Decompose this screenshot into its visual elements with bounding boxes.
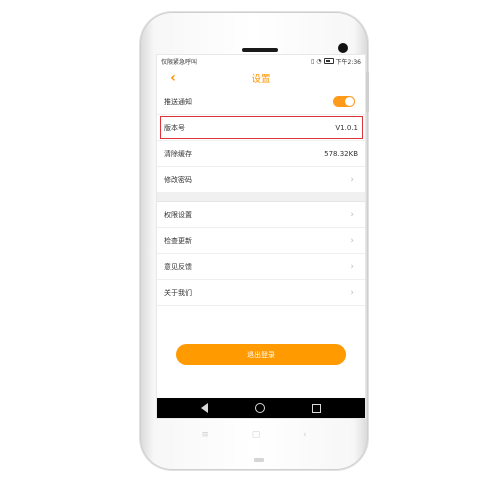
password-label: 修改密码: [164, 175, 192, 184]
chevron-left-icon: ‹: [170, 70, 176, 86]
cache-value: 578.32KB: [324, 149, 358, 158]
settings-row-push: 推送通知: [157, 89, 365, 115]
back-button[interactable]: ‹: [165, 70, 181, 86]
home-key-icon[interactable]: ▢: [252, 430, 261, 444]
phone-screen: 仅限紧急呼叫 ▯ ◔ 下午2:36 ‹ 设置 推送通知 版本号 V1.0.1 清…: [157, 55, 365, 418]
android-nav-bar: [157, 398, 365, 418]
chevron-right-icon: ›: [350, 287, 354, 298]
logout-container: 退出登录: [157, 344, 365, 365]
cache-label: 清除缓存: [164, 149, 192, 158]
nav-home-icon[interactable]: [254, 403, 265, 413]
version-label: 版本号: [164, 123, 185, 132]
settings-row-password[interactable]: 修改密码 ›: [157, 167, 365, 193]
battery-icon: [323, 58, 334, 64]
chevron-right-icon: ›: [350, 174, 354, 185]
status-icons: ▯ ◔ 下午2:36: [311, 57, 361, 66]
carrier-text: 仅限紧急呼叫: [161, 58, 198, 66]
group-divider: [157, 193, 365, 202]
settings-list: 推送通知 版本号 V1.0.1 清除缓存 578.32KB 修改密码 › 权限设…: [157, 89, 365, 306]
version-value: V1.0.1: [335, 123, 358, 132]
hardware-keys: ≡ ▢ ‹: [140, 430, 368, 444]
toggle-knob: [345, 97, 354, 106]
settings-row-permissions[interactable]: 权限设置 ›: [157, 202, 365, 228]
settings-row-about[interactable]: 关于我们 ›: [157, 280, 365, 306]
device-stage: 仅限紧急呼叫 ▯ ◔ 下午2:36 ‹ 设置 推送通知 版本号 V1.0.1 清…: [0, 0, 500, 500]
settings-row-cache[interactable]: 清除缓存 578.32KB: [157, 141, 365, 167]
menu-icon[interactable]: ≡: [201, 430, 209, 444]
page-title: 设置: [251, 74, 271, 85]
permissions-label: 权限设置: [164, 210, 192, 219]
about-label: 关于我们: [164, 288, 192, 297]
nav-back-icon[interactable]: [200, 403, 208, 413]
settings-row-version: 版本号 V1.0.1: [157, 115, 365, 141]
logout-button[interactable]: 退出登录: [176, 344, 346, 365]
charging-port: [254, 458, 264, 462]
settings-row-update[interactable]: 检查更新 ›: [157, 228, 365, 254]
back-key-icon[interactable]: ‹: [303, 430, 307, 444]
settings-row-feedback[interactable]: 意见反馈 ›: [157, 254, 365, 280]
nav-recents-icon[interactable]: [312, 403, 322, 413]
push-toggle[interactable]: [333, 96, 355, 107]
feedback-label: 意见反馈: [164, 262, 192, 271]
update-label: 检查更新: [164, 236, 192, 245]
push-label: 推送通知: [164, 97, 192, 106]
earpiece-speaker: [242, 48, 278, 52]
status-time: 下午2:36: [335, 58, 361, 66]
status-bar: 仅限紧急呼叫 ▯ ◔ 下午2:36: [157, 55, 365, 67]
wifi-icon: ◔: [316, 57, 322, 65]
front-camera: [338, 43, 348, 53]
vibrate-icon: ▯: [310, 57, 315, 65]
chevron-right-icon: ›: [350, 209, 354, 220]
nav-bar: ‹ 设置: [157, 67, 365, 89]
side-button: [366, 72, 369, 112]
chevron-right-icon: ›: [350, 235, 354, 246]
chevron-right-icon: ›: [350, 261, 354, 272]
